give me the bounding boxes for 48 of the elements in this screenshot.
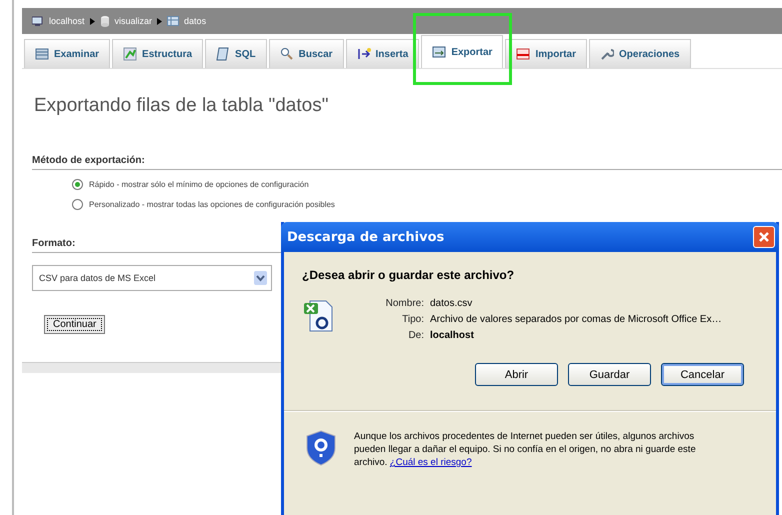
insert-icon <box>356 47 371 61</box>
field-label: De: <box>407 330 424 341</box>
dialog-button[interactable]: Abrir <box>475 363 558 386</box>
dialog-question: ¿Desea abrir o guardar este archivo? <box>302 268 516 282</box>
radio-button[interactable] <box>72 179 83 190</box>
tab[interactable]: Importar <box>505 39 587 68</box>
dialog-title: Descarga de archivos <box>287 230 444 244</box>
export-icon <box>432 45 446 59</box>
table-icon <box>167 16 180 26</box>
arrow-icon <box>90 18 95 24</box>
field-label: Nombre: <box>384 298 424 309</box>
field-label: Tipo: <box>401 314 424 325</box>
document-icon <box>216 47 230 61</box>
import-icon <box>516 47 530 61</box>
risk-link[interactable]: ¿Cuál es el riesgo? <box>390 457 472 468</box>
format-dropdown[interactable]: CSV para datos de MS Excel <box>32 265 272 291</box>
section-label: Método de exportación: <box>32 155 782 170</box>
close-button[interactable] <box>753 226 775 248</box>
continue-button[interactable]: Continuar <box>44 315 106 334</box>
wrench-icon <box>600 47 614 61</box>
server-icon <box>32 16 44 26</box>
shield-icon <box>306 430 336 466</box>
tab[interactable]: Estructura <box>112 39 204 68</box>
tab[interactable]: Inserta <box>346 39 420 68</box>
option-label: Personalizado - mostrar todas las opciones de configuración posibles <box>89 200 335 209</box>
dialog-button[interactable]: Cancelar <box>661 363 744 386</box>
tab[interactable]: SQL <box>205 39 267 68</box>
search-icon <box>280 47 294 61</box>
breadcrumb-link[interactable]: datos <box>184 16 206 26</box>
tab[interactable]: Operaciones <box>589 39 691 68</box>
tab[interactable]: Examinar <box>24 39 110 68</box>
dialog-button[interactable]: Guardar <box>568 363 651 386</box>
database-icon <box>100 16 110 26</box>
breadcrumb-link[interactable]: localhost <box>49 16 85 26</box>
option-label: Rápido - mostrar sólo el mínimo de opciones de configuración <box>89 180 309 189</box>
close-icon <box>758 231 770 243</box>
arrow-icon <box>157 18 162 24</box>
tab[interactable]: Buscar <box>268 39 344 68</box>
breadcrumb-link[interactable]: visualizar <box>114 16 152 26</box>
tab[interactable]: Exportar <box>421 35 504 68</box>
field-value: datos.csv <box>430 298 474 309</box>
radio-button[interactable] <box>72 199 83 210</box>
page-heading: Exportando filas de la tabla "datos" <box>34 95 330 117</box>
structure-icon <box>123 47 138 61</box>
field-value: Archivo de valores separados por comas de Microsoft Office Ex… <box>430 314 722 325</box>
table-icon <box>35 47 49 61</box>
field-value: localhost <box>430 330 475 341</box>
warning-text: Aunque los archivos procedentes de Internet pueden ser útiles, algunos archivos pueden llegar a dañar el equipo. Si no confía en el origen, no abra ni guarde este archivo. ¿Cuál es el riesgo? <box>354 430 697 469</box>
